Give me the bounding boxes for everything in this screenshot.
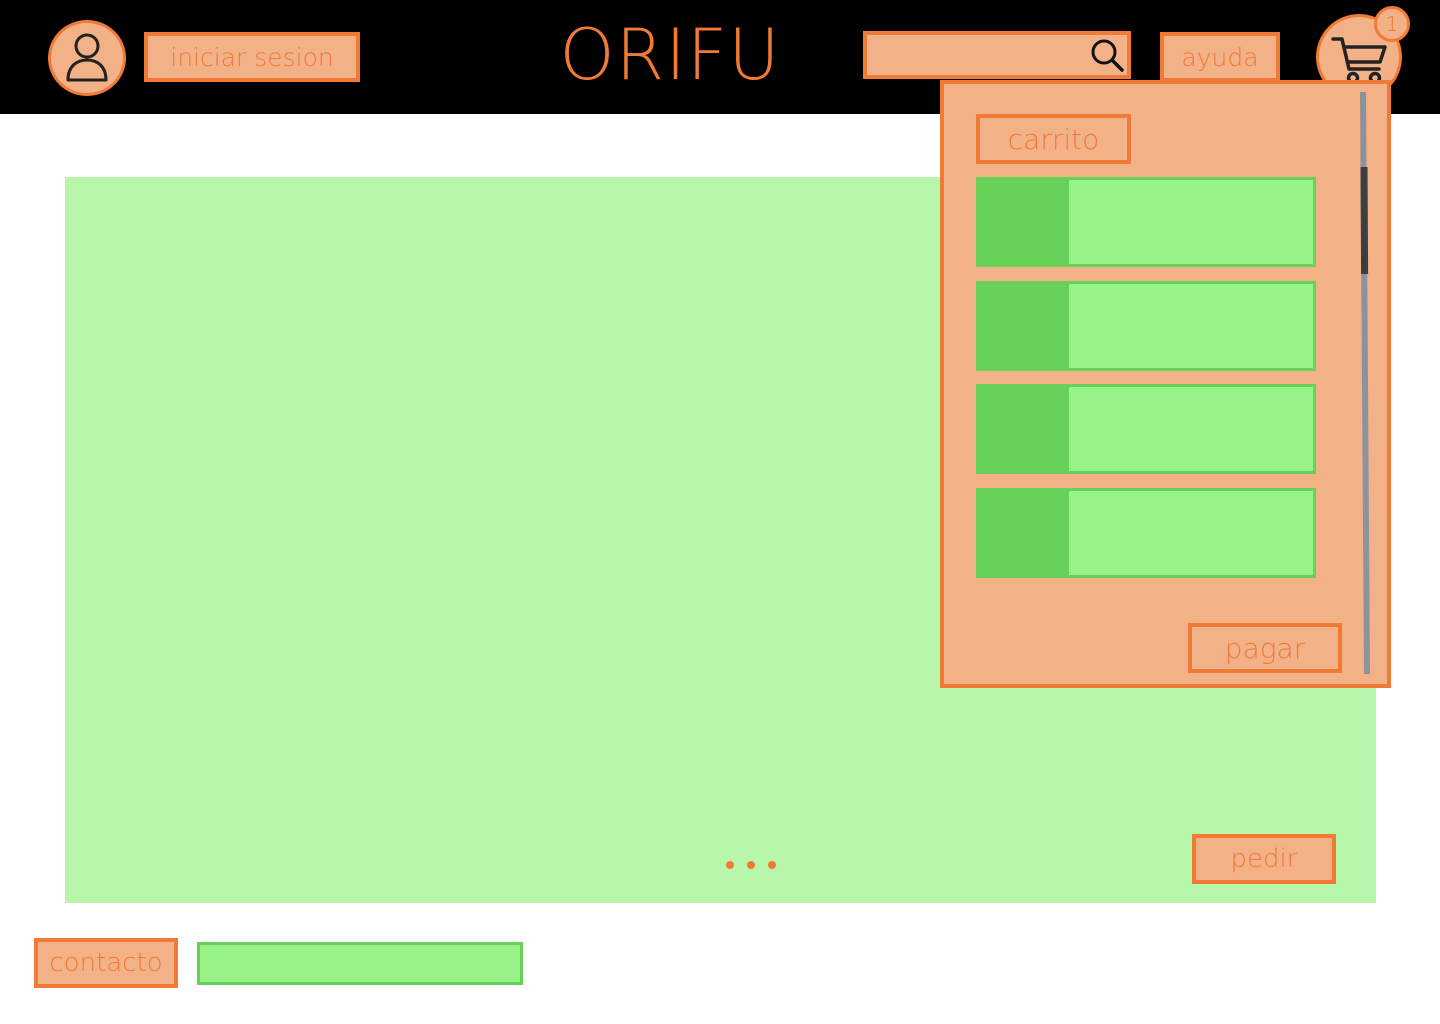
- cart-item[interactable]: [976, 384, 1316, 474]
- user-avatar[interactable]: [48, 20, 126, 96]
- user-icon: [66, 33, 108, 82]
- footer-input-field[interactable]: [197, 942, 523, 985]
- cart-item-thumbnail: [979, 180, 1069, 264]
- cart-item-thumbnail: [979, 387, 1069, 471]
- pay-button[interactable]: pagar: [1188, 623, 1342, 673]
- carousel-dot[interactable]: [768, 861, 776, 869]
- carousel-dot[interactable]: [726, 861, 734, 869]
- order-button[interactable]: pedir: [1192, 834, 1336, 884]
- login-button[interactable]: iniciar sesion: [144, 32, 360, 82]
- help-button[interactable]: ayuda: [1160, 32, 1280, 82]
- cart-item[interactable]: [976, 281, 1316, 371]
- cart-item-thumbnail: [979, 284, 1069, 368]
- contact-button[interactable]: contacto: [34, 938, 178, 988]
- cart-item-thumbnail: [979, 491, 1069, 575]
- cart-count-badge: 1: [1374, 6, 1410, 42]
- search-icon[interactable]: [1088, 36, 1126, 74]
- scrollbar-thumb: [1360, 166, 1369, 275]
- cart-item[interactable]: [976, 177, 1316, 267]
- site-logo[interactable]: ORIFU: [540, 10, 800, 100]
- cart-title: carrito: [976, 114, 1131, 164]
- cart-item[interactable]: [976, 488, 1316, 578]
- carousel-dot[interactable]: [747, 861, 755, 869]
- cart-scrollbar[interactable]: [1360, 92, 1370, 674]
